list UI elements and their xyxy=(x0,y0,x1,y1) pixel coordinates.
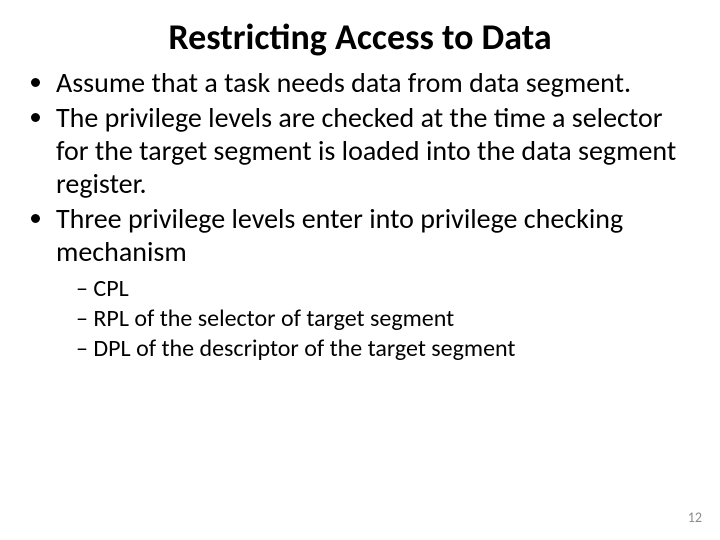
sub-bullet-list: CPL RPL of the selector of target segmen… xyxy=(28,274,692,364)
bullet-item: The privilege levels are checked at the … xyxy=(56,101,692,200)
sub-bullet-item: CPL xyxy=(76,274,692,304)
slide-body: Assume that a task needs data from data … xyxy=(0,58,720,364)
bullet-item: Three privilege levels enter into privil… xyxy=(56,202,692,268)
bullet-list: Assume that a task needs data from data … xyxy=(28,66,692,268)
slide-title: Restricting Access to Data xyxy=(0,0,720,58)
page-number: 12 xyxy=(688,509,702,526)
sub-bullet-item: RPL of the selector of target segment xyxy=(76,304,692,334)
slide: Restricting Access to Data Assume that a… xyxy=(0,0,720,540)
bullet-item: Assume that a task needs data from data … xyxy=(56,66,692,99)
sub-bullet-item: DPL of the descriptor of the target segm… xyxy=(76,334,692,364)
